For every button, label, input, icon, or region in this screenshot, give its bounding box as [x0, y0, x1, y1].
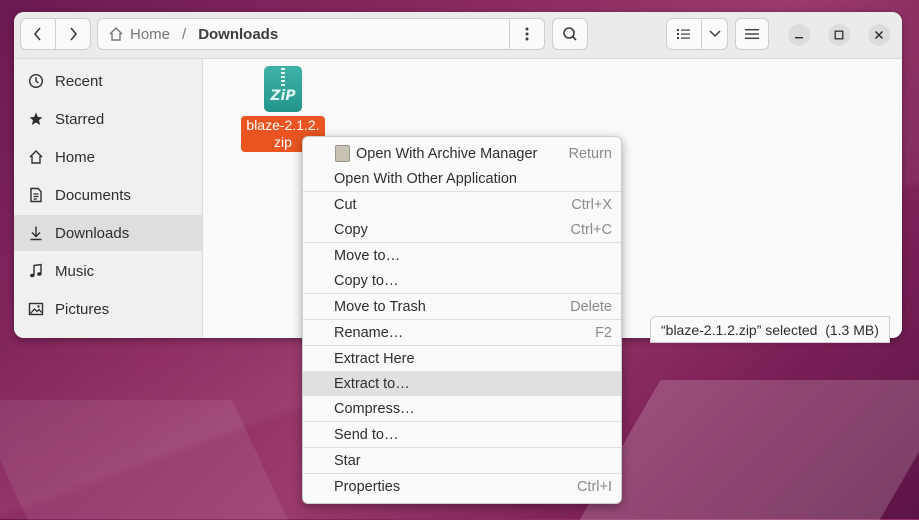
- home-icon: [109, 27, 123, 41]
- menu-item-open-with-other-application[interactable]: Open With Other Application: [303, 166, 621, 191]
- menu-item-label: Cut: [334, 196, 357, 213]
- menu-item-compress[interactable]: Compress…: [303, 396, 621, 421]
- forward-button[interactable]: [55, 18, 91, 50]
- close-button[interactable]: [868, 24, 890, 46]
- sidebar-item-pictures[interactable]: Pictures: [14, 291, 202, 327]
- maximize-button[interactable]: [828, 24, 850, 46]
- chevron-down-icon: [708, 30, 721, 38]
- breadcrumb-current[interactable]: Downloads: [198, 26, 278, 43]
- menu-item-properties[interactable]: Properties Ctrl+I: [303, 474, 621, 499]
- sidebar-item-documents[interactable]: Documents: [14, 177, 202, 213]
- wallpaper-shard: [0, 400, 288, 520]
- menu-item-label: Rename…: [334, 324, 404, 341]
- menu-item-open-with-archive-manager[interactable]: Open With Archive Manager Return: [303, 141, 621, 166]
- breadcrumb-home-label: Home: [130, 25, 171, 43]
- sidebar-item-label: Documents: [55, 186, 131, 204]
- zip-icon-text: ZiP: [270, 88, 296, 104]
- breadcrumb-separator: /: [182, 25, 187, 43]
- menu-item-star[interactable]: Star: [303, 448, 621, 473]
- breadcrumb-home[interactable]: Home: [108, 26, 170, 43]
- sidebar-item-music[interactable]: Music: [14, 253, 202, 289]
- header-bar: Home / Downloads: [14, 12, 902, 59]
- menu-item-label: Send to…: [334, 426, 399, 443]
- status-text: “blaze-2.1.2.zip” selected (1.3 MB): [661, 321, 879, 338]
- download-icon: [27, 224, 45, 242]
- minimize-button[interactable]: [788, 24, 810, 46]
- close-icon: [874, 30, 884, 40]
- menu-item-label: Properties: [334, 478, 401, 495]
- star-icon: [27, 110, 45, 128]
- picture-icon: [27, 300, 45, 318]
- archive-manager-icon: [335, 145, 350, 162]
- view-options-button[interactable]: [701, 18, 728, 50]
- home-icon: [27, 148, 45, 166]
- menu-item-move-to[interactable]: Move to…: [303, 243, 621, 268]
- menu-item-rename[interactable]: Rename… F2: [303, 320, 621, 345]
- sidebar-item-label: Music: [55, 262, 95, 280]
- menu-item-label: Open With Archive Manager: [356, 145, 538, 162]
- sidebar: Recent Starred Home Documents Downloads …: [14, 59, 203, 338]
- sidebar-item-home[interactable]: Home: [14, 139, 202, 175]
- menu-item-label: Move to…: [334, 247, 401, 264]
- menu-item-label: Extract Here: [334, 350, 415, 367]
- menu-item-cut[interactable]: Cut Ctrl+X: [303, 192, 621, 217]
- menu-item-label: Extract to…: [334, 375, 410, 392]
- kebab-menu-icon: [525, 27, 529, 41]
- menu-item-copy[interactable]: Copy Ctrl+C: [303, 217, 621, 242]
- search-button[interactable]: [552, 18, 588, 50]
- menu-item-copy-to[interactable]: Copy to…: [303, 268, 621, 293]
- menu-item-send-to[interactable]: Send to…: [303, 422, 621, 447]
- menu-item-label: Move to Trash: [334, 298, 426, 315]
- sidebar-item-label: Starred: [55, 110, 105, 128]
- sidebar-item-label: Downloads: [55, 224, 130, 242]
- menu-item-move-to-trash[interactable]: Move to Trash Delete: [303, 294, 621, 319]
- menu-item-accelerator: F2: [595, 324, 612, 341]
- back-button[interactable]: [20, 18, 56, 50]
- sidebar-item-label: Pictures: [55, 300, 110, 318]
- list-view-button[interactable]: [666, 18, 702, 50]
- chevron-right-icon: [70, 27, 78, 41]
- sidebar-item-starred[interactable]: Starred: [14, 101, 202, 137]
- sidebar-item-label: Recent: [55, 72, 103, 90]
- sidebar-item-label: Home: [55, 148, 96, 166]
- minimize-icon: [795, 37, 803, 39]
- file-name-line1: blaze-2.1.2.: [246, 117, 320, 133]
- context-menu: Open With Archive Manager Return Open Wi…: [302, 136, 622, 504]
- menu-item-label: Compress…: [334, 400, 415, 417]
- menu-item-accelerator: Ctrl+C: [570, 221, 613, 238]
- menu-item-accelerator: Ctrl+I: [576, 478, 612, 495]
- menu-item-label: Copy to…: [334, 272, 399, 289]
- clock-icon: [27, 72, 45, 90]
- music-icon: [27, 262, 45, 280]
- maximize-icon: [834, 30, 844, 40]
- zip-file-icon: ZiP: [264, 66, 302, 112]
- chevron-left-icon: [33, 27, 41, 41]
- zip-zipper-graphic: [281, 68, 285, 88]
- sidebar-item-downloads[interactable]: Downloads: [14, 215, 202, 251]
- list-view-icon: [677, 29, 690, 39]
- hamburger-menu-icon: [745, 29, 759, 39]
- sidebar-item-recent[interactable]: Recent: [14, 63, 202, 99]
- status-bar: “blaze-2.1.2.zip” selected (1.3 MB): [650, 316, 890, 343]
- menu-item-label: Star: [334, 452, 361, 469]
- menu-item-label: Copy: [334, 221, 368, 238]
- menu-item-accelerator: Return: [568, 145, 612, 162]
- path-menu-button[interactable]: [509, 19, 544, 49]
- path-bar: Home / Downloads: [97, 18, 545, 50]
- menu-item-accelerator: Ctrl+X: [571, 196, 612, 213]
- document-icon: [27, 186, 45, 204]
- menu-item-label: Open With Other Application: [334, 170, 517, 187]
- menu-item-extract-here[interactable]: Extract Here: [303, 346, 621, 371]
- menu-item-extract-to[interactable]: Extract to…: [303, 371, 621, 396]
- search-icon: [563, 27, 577, 41]
- main-menu-button[interactable]: [735, 18, 769, 50]
- menu-item-accelerator: Delete: [570, 298, 612, 315]
- wallpaper-shard: [579, 380, 919, 520]
